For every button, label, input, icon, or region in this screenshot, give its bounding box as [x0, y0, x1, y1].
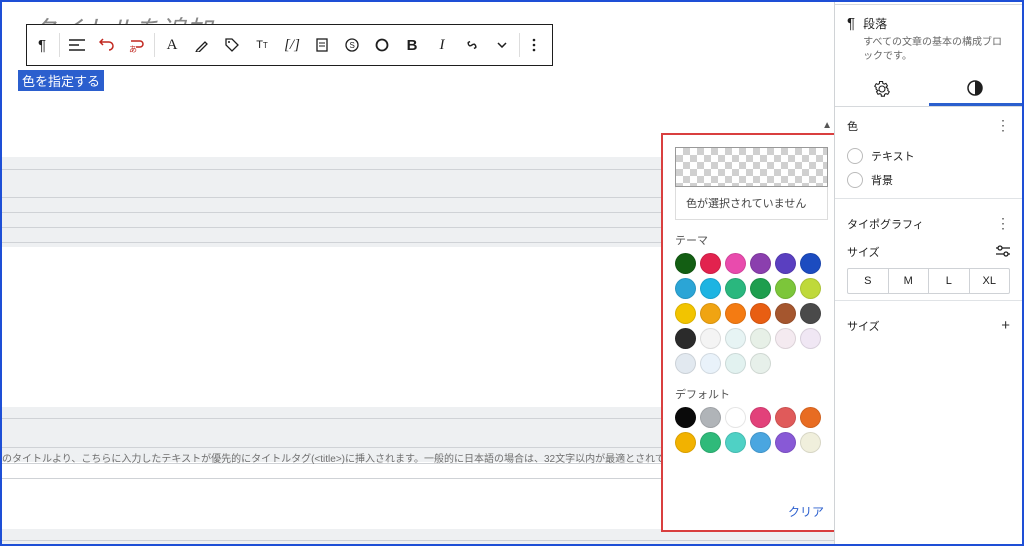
editor-canvas: タイトルを追加 ¶ あ A TT [/] S B I [2, 2, 836, 544]
text-color-icon[interactable]: A [157, 25, 187, 65]
color-swatch[interactable] [750, 407, 771, 428]
color-swatch[interactable] [675, 303, 696, 324]
strikethrough-icon[interactable]: S [337, 25, 367, 65]
color-swatch[interactable] [750, 432, 771, 453]
more-icon[interactable] [522, 25, 552, 65]
svg-text:あ: あ [129, 45, 137, 53]
selected-text[interactable]: 色を指定する [18, 70, 104, 91]
color-label: 色 [847, 118, 858, 134]
theme-swatch-grid [675, 253, 826, 374]
color-swatch[interactable] [750, 353, 771, 374]
bold-icon[interactable]: B [397, 25, 427, 65]
color-panel-header[interactable]: 色 ⋮ [835, 107, 1022, 144]
font-size-icon[interactable]: TT [247, 25, 277, 65]
color-preview-checker[interactable] [675, 147, 828, 187]
no-color-message: 色が選択されていません [675, 187, 828, 220]
color-swatch[interactable] [725, 303, 746, 324]
sliders-icon[interactable] [996, 245, 1010, 260]
color-swatch[interactable] [725, 328, 746, 349]
color-swatch[interactable] [775, 407, 796, 428]
plus-icon[interactable]: + [1001, 317, 1010, 334]
color-swatch[interactable] [700, 253, 721, 274]
color-swatch[interactable] [750, 303, 771, 324]
align-icon[interactable] [62, 25, 92, 65]
redo-style-icon[interactable]: あ [122, 25, 152, 65]
settings-tab[interactable] [835, 72, 929, 106]
block-title: 段落 [863, 15, 1010, 32]
font-size-button[interactable]: XL [970, 269, 1010, 293]
undo-icon[interactable] [92, 25, 122, 65]
paragraph-icon: ¶ [847, 15, 855, 64]
color-swatch[interactable] [775, 278, 796, 299]
color-swatch[interactable] [675, 432, 696, 453]
font-size-button[interactable]: S [848, 269, 889, 293]
circle-icon[interactable] [367, 25, 397, 65]
block-subtitle: すべての文章の基本の構成ブロックです。 [863, 36, 1010, 64]
svg-text:S: S [350, 41, 355, 50]
color-swatch[interactable] [800, 432, 821, 453]
text-color-option[interactable]: テキスト [835, 144, 1022, 168]
color-swatch[interactable] [725, 432, 746, 453]
color-swatch[interactable] [775, 432, 796, 453]
color-swatch[interactable] [750, 328, 771, 349]
text-color-swatch [847, 148, 863, 164]
more-icon[interactable]: ⋮ [996, 117, 1010, 134]
color-swatch[interactable] [725, 353, 746, 374]
brackets-icon[interactable]: [/] [277, 25, 307, 65]
link-icon[interactable] [457, 25, 487, 65]
tag-icon[interactable] [217, 25, 247, 65]
color-swatch[interactable] [800, 407, 821, 428]
chevron-down-icon[interactable] [487, 25, 517, 65]
color-swatch[interactable] [700, 278, 721, 299]
color-swatch[interactable] [700, 407, 721, 428]
italic-icon[interactable]: I [427, 25, 457, 65]
color-swatch[interactable] [750, 278, 771, 299]
settings-sidebar: ¶ 段落 すべての文章の基本の構成ブロックです。 色 ⋮ テキスト 背景 タイポ… [834, 2, 1022, 544]
style-tabs [835, 72, 1022, 107]
color-swatch[interactable] [775, 253, 796, 274]
color-popover: 色が選択されていません テーマ デフォルト クリア [661, 133, 836, 532]
font-size-buttons: SMLXL [847, 268, 1010, 294]
color-swatch[interactable] [700, 432, 721, 453]
color-swatch[interactable] [775, 303, 796, 324]
font-size-button[interactable]: M [889, 269, 930, 293]
styles-tab[interactable] [929, 72, 1023, 106]
font-size-button[interactable]: L [929, 269, 970, 293]
color-swatch[interactable] [675, 328, 696, 349]
block-toolbar: ¶ あ A TT [/] S B I [26, 24, 553, 66]
background-color-option[interactable]: 背景 [835, 168, 1022, 192]
default-colors-label: デフォルト [675, 386, 826, 402]
color-swatch[interactable] [675, 407, 696, 428]
color-swatch[interactable] [800, 303, 821, 324]
paragraph-icon[interactable]: ¶ [27, 25, 57, 65]
dimensions-panel-header[interactable]: サイズ + [835, 307, 1022, 344]
up-arrow-icon[interactable]: ▲ [822, 120, 832, 131]
typography-panel-header[interactable]: タイポグラフィ ⋮ [835, 205, 1022, 242]
color-swatch[interactable] [725, 278, 746, 299]
color-swatch[interactable] [700, 353, 721, 374]
clear-button[interactable]: クリア [788, 503, 824, 520]
color-swatch[interactable] [750, 253, 771, 274]
document-icon[interactable] [307, 25, 337, 65]
color-swatch[interactable] [675, 253, 696, 274]
more-icon[interactable]: ⋮ [996, 215, 1010, 232]
color-swatch[interactable] [800, 253, 821, 274]
color-swatch[interactable] [775, 328, 796, 349]
default-swatch-grid [675, 407, 826, 453]
highlight-icon[interactable] [187, 25, 217, 65]
color-swatch[interactable] [725, 253, 746, 274]
block-description: ¶ 段落 すべての文章の基本の構成ブロックです。 [835, 5, 1022, 72]
color-swatch[interactable] [700, 328, 721, 349]
color-swatch[interactable] [800, 328, 821, 349]
color-swatch[interactable] [675, 278, 696, 299]
font-size-row: サイズ [835, 242, 1022, 262]
color-swatch[interactable] [725, 407, 746, 428]
theme-colors-label: テーマ [675, 232, 826, 248]
bg-color-swatch [847, 172, 863, 188]
color-swatch[interactable] [700, 303, 721, 324]
color-swatch[interactable] [800, 278, 821, 299]
color-swatch[interactable] [675, 353, 696, 374]
